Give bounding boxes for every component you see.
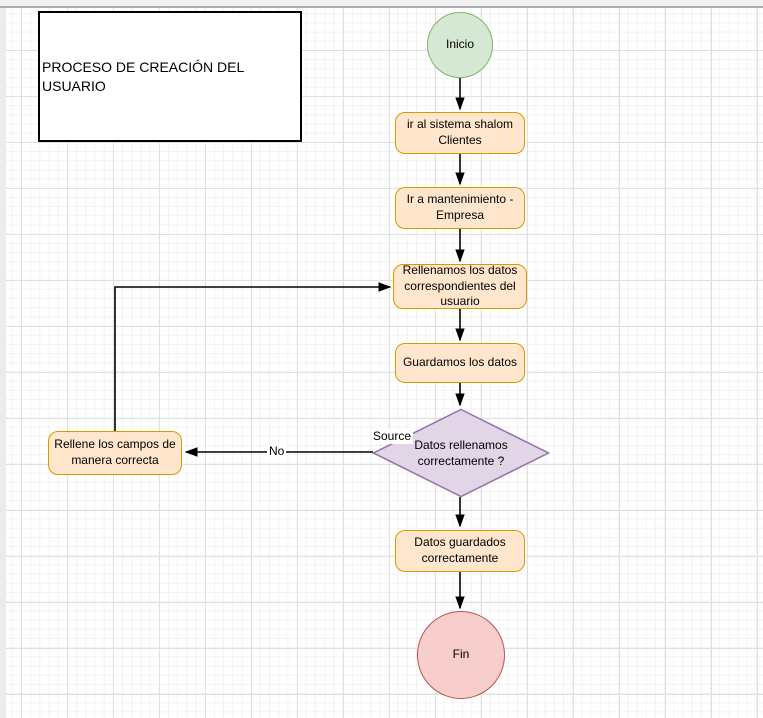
node-guardamos-datos[interactable]: Guardamos los datos: [395, 343, 525, 383]
node-rellenamos-label: Rellenamos los datos correspondientes de…: [396, 263, 524, 310]
node-rellene-label: Rellene los campos de manera correcta: [51, 437, 179, 468]
diagram-canvas: PROCESO DE CREACIÓN DEL USUARIO Inicio i…: [0, 0, 763, 718]
node-rellenamos-datos[interactable]: Rellenamos los datos correspondientes de…: [393, 264, 527, 309]
edge-label-no[interactable]: No: [267, 444, 286, 459]
node-inicio-label: Inicio: [446, 37, 474, 53]
node-fin[interactable]: Fin: [417, 611, 505, 699]
node-mantenimiento-label: Ir a mantenimiento - Empresa: [398, 192, 522, 223]
node-decision-label: Datos rellenamos correctamente ?: [405, 437, 517, 469]
node-fin-label: Fin: [453, 647, 470, 663]
node-mantenimiento[interactable]: Ir a mantenimiento - Empresa: [395, 187, 525, 229]
node-guardamos-label: Guardamos los datos: [403, 355, 517, 371]
title-text: PROCESO DE CREACIÓN DEL USUARIO: [42, 58, 300, 94]
node-decision[interactable]: Datos rellenamos correctamente ?: [372, 408, 550, 498]
canvas-top-edge: [0, 0, 763, 8]
node-datos-guardados[interactable]: Datos guardados correctamente: [395, 530, 525, 572]
edge-label-source[interactable]: Source: [371, 429, 413, 444]
node-rellene-campos[interactable]: Rellene los campos de manera correcta: [48, 431, 182, 475]
node-sistema-label: ir al sistema shalom Clientes: [398, 117, 522, 148]
title-box[interactable]: PROCESO DE CREACIÓN DEL USUARIO: [38, 11, 302, 142]
node-inicio[interactable]: Inicio: [427, 12, 493, 78]
node-guardado-label: Datos guardados correctamente: [398, 535, 522, 566]
canvas-left-edge: [0, 0, 6, 718]
node-sistema-shalom[interactable]: ir al sistema shalom Clientes: [395, 112, 525, 154]
edge-rellene-to-rellenamos[interactable]: [115, 287, 390, 431]
